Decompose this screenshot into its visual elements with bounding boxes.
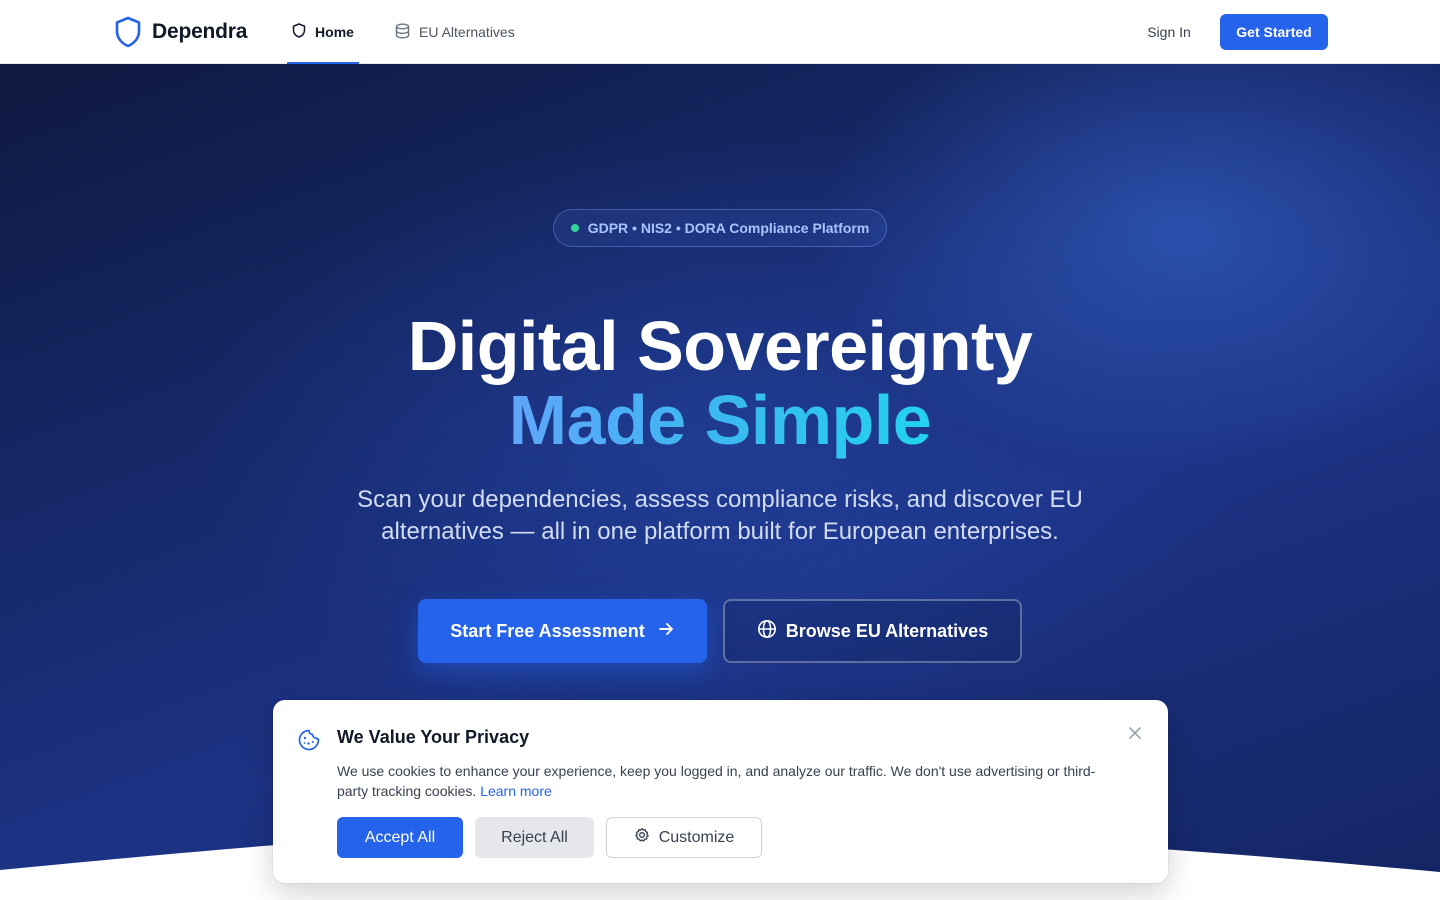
gear-icon — [634, 827, 650, 848]
hero-title: Digital Sovereignty — [407, 307, 1033, 385]
sign-in-link[interactable]: Sign In — [1140, 16, 1198, 48]
get-started-button[interactable]: Get Started — [1220, 14, 1328, 50]
close-icon[interactable] — [1128, 726, 1142, 745]
badge-text: GDPR • NIS2 • DORA Compliance Platform — [587, 220, 870, 236]
nav-tab-home[interactable]: Home — [287, 0, 359, 64]
cookie-banner-text: We use cookies to enhance your experienc… — [337, 761, 1107, 801]
status-dot — [570, 224, 579, 232]
learn-more-link[interactable]: Learn more — [480, 783, 552, 799]
browse-eu-alternatives-button[interactable]: Browse EU Alternatives — [723, 599, 1022, 663]
accept-all-button[interactable]: Accept All — [337, 817, 463, 858]
cookie-description: We use cookies to enhance your experienc… — [337, 763, 1096, 799]
nav-tab-label: EU Alternatives — [419, 24, 515, 40]
brand-name: Dependra — [152, 20, 248, 43]
cookie-icon — [297, 728, 321, 757]
customize-button[interactable]: Customize — [606, 817, 762, 858]
start-free-assessment-button[interactable]: Start Free Assessment — [418, 599, 707, 663]
shield-icon — [114, 16, 142, 48]
nav-tab-label: Home — [315, 24, 354, 40]
button-label: Browse EU Alternatives — [785, 620, 989, 641]
button-label: Customize — [658, 828, 735, 846]
database-icon — [395, 23, 410, 42]
hero-title-gradient-text: Made Simple — [508, 381, 932, 459]
reject-all-button[interactable]: Reject All — [475, 817, 594, 858]
cookie-banner-title: We Value Your Privacy — [337, 727, 530, 747]
button-label: Start Free Assessment — [450, 620, 645, 641]
brand-logo[interactable]: Dependra — [114, 16, 247, 48]
hero-title-highlight: Made Simple — [0, 380, 1440, 460]
cookie-consent-banner: We Value Your Privacy We use cookies to … — [273, 700, 1168, 883]
hero-subtitle: Scan your dependencies, assess complianc… — [357, 486, 1083, 545]
nav-tab-eu-alternatives[interactable]: EU Alternatives — [395, 0, 515, 64]
top-navbar: Dependra Home EU Alternatives Sign In Ge… — [0, 0, 1440, 64]
compliance-badge: GDPR • NIS2 • DORA Compliance Platform — [553, 209, 887, 247]
shield-icon — [292, 23, 306, 41]
globe-icon — [757, 619, 777, 644]
arrow-right-icon — [657, 620, 675, 643]
